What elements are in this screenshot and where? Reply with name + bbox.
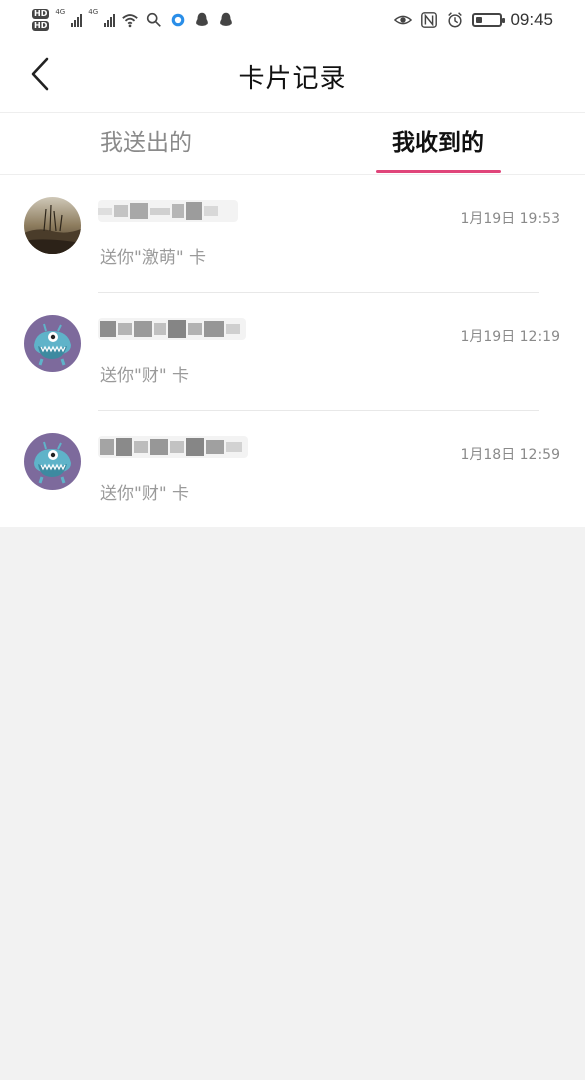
search-icon [147, 12, 161, 27]
sender-name-blurred [98, 318, 246, 340]
active-tab-indicator [376, 170, 501, 173]
sender-name-blurred [98, 200, 238, 222]
avatar[interactable] [24, 433, 81, 490]
hd-badge-2: HD [32, 21, 50, 31]
tab-received[interactable]: 我收到的 [292, 113, 584, 175]
status-left: HD HD 4G 4G [32, 6, 235, 34]
avatar[interactable] [24, 315, 81, 372]
page-title: 卡片记录 [238, 64, 347, 94]
record-date: 1月18日 12:59 [460, 447, 560, 463]
network-type-1: 4G [55, 8, 66, 16]
photo-avatar-icon [24, 197, 81, 254]
status-time: 09:45 [510, 10, 553, 29]
wifi-icon [122, 14, 138, 28]
record-date: 1月19日 12:19 [460, 329, 560, 345]
battery-level [476, 17, 483, 23]
tab-bar: 我送出的 我收到的 [0, 112, 585, 175]
record-message: 送你"财" 卡 [100, 484, 190, 504]
hd-badge-1: HD [32, 9, 50, 19]
tab-sent[interactable]: 我送出的 [0, 113, 292, 175]
status-bar: HD HD 4G 4G 09:45 [0, 0, 585, 40]
signal-icon-2 [104, 13, 116, 27]
qq-icon [196, 12, 208, 26]
record-message: 送你"财" 卡 [100, 366, 190, 386]
list-item[interactable]: 送你"财" 卡 1月19日 12:19 [0, 293, 585, 411]
signal-icon [71, 13, 83, 27]
alarm-icon [448, 12, 463, 28]
hd-indicators: HD HD [32, 9, 50, 31]
avatar[interactable] [24, 197, 81, 254]
monster-avatar-icon [24, 433, 81, 490]
sender-name-blurred [98, 436, 248, 458]
record-date: 1月19日 19:53 [460, 211, 560, 227]
record-message: 送你"激萌" 卡 [100, 248, 207, 268]
network-type-2: 4G [88, 8, 99, 16]
qq-icon-2 [220, 12, 232, 26]
status-right: 09:45 [394, 6, 553, 34]
card-record-list: 送你"激萌" 卡 1月19日 19:53 送你"财" 卡 1月19日 12:19… [0, 175, 585, 527]
browser-icon [171, 13, 185, 27]
nfc-icon [421, 12, 438, 28]
navigation-bar: 卡片记录 [0, 40, 585, 112]
battery-icon [472, 13, 506, 27]
monster-avatar-icon [24, 315, 81, 372]
list-item[interactable]: 送你"财" 卡 1月18日 12:59 [0, 411, 585, 529]
eye-icon [394, 15, 413, 25]
list-item[interactable]: 送你"激萌" 卡 1月19日 19:53 [0, 175, 585, 293]
